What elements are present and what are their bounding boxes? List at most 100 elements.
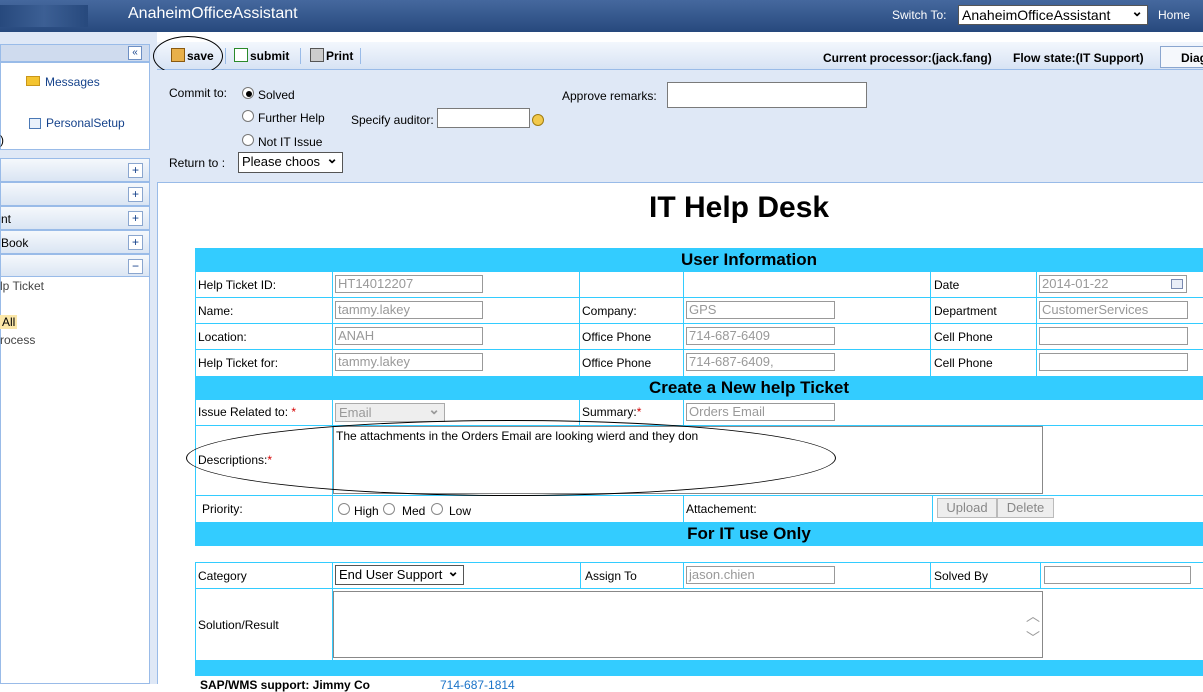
grid-line bbox=[332, 272, 333, 376]
expand-icon[interactable]: + bbox=[128, 211, 143, 226]
grid-line bbox=[930, 562, 931, 588]
assign-to-field[interactable]: jason.chien bbox=[686, 566, 835, 584]
approve-remarks-input[interactable] bbox=[667, 82, 867, 108]
list-item[interactable]: rocess bbox=[0, 333, 35, 347]
solution-label: Solution/Result bbox=[198, 618, 279, 632]
solved-by-field[interactable] bbox=[1044, 566, 1191, 584]
grid-line bbox=[195, 562, 1203, 563]
sidebar-section-5[interactable]: − bbox=[0, 254, 150, 278]
upload-button[interactable]: Upload bbox=[937, 498, 997, 518]
grid-line bbox=[195, 323, 1203, 324]
issue-related-select[interactable]: Email bbox=[335, 401, 445, 422]
grid-line bbox=[579, 272, 580, 376]
expand-icon[interactable]: + bbox=[128, 235, 143, 250]
collapse-icon[interactable]: − bbox=[128, 259, 143, 274]
switch-to-value: AnaheimOfficeAssistant bbox=[962, 7, 1111, 23]
help-ticket-id-label: Help Ticket ID: bbox=[198, 278, 277, 292]
grid-line bbox=[1040, 562, 1041, 588]
sidebar-section-3[interactable]: nt + bbox=[0, 206, 150, 230]
priority-high-radio[interactable] bbox=[338, 503, 350, 515]
date-field[interactable]: 2014-01-22 bbox=[1039, 275, 1187, 293]
radio-solved[interactable] bbox=[242, 87, 254, 99]
help-ticket-for-field[interactable]: tammy.lakey bbox=[335, 353, 483, 371]
company-label: Company: bbox=[582, 304, 637, 318]
department-field[interactable]: CustomerServices bbox=[1039, 301, 1188, 319]
section-title: Create a New help Ticket bbox=[649, 378, 849, 397]
annotation-oval bbox=[186, 420, 836, 496]
grid-line bbox=[195, 495, 1203, 496]
submit-button[interactable]: submit bbox=[234, 48, 289, 63]
footer-band bbox=[195, 660, 1203, 676]
name-field[interactable]: tammy.lakey bbox=[335, 301, 483, 319]
diagram-label: Diag bbox=[1181, 51, 1203, 65]
cell-phone-field[interactable] bbox=[1039, 327, 1188, 345]
divider bbox=[225, 48, 226, 64]
return-to-value: Please choos bbox=[242, 154, 321, 169]
solution-textarea[interactable] bbox=[333, 591, 1043, 658]
cell-phone-label: Cell Phone bbox=[934, 330, 993, 344]
diagram-button[interactable]: Diag bbox=[1160, 46, 1203, 68]
sidebar-section-2[interactable]: + bbox=[0, 182, 150, 206]
grid-line bbox=[683, 495, 684, 522]
print-button[interactable]: Print bbox=[310, 48, 353, 63]
return-to-select[interactable]: Please choos bbox=[238, 150, 343, 173]
summary-label: Summary:* bbox=[582, 405, 641, 419]
grid-line bbox=[683, 272, 684, 376]
radio-not-it-issue[interactable] bbox=[242, 134, 254, 146]
collapse-panel-button[interactable]: « bbox=[128, 46, 142, 60]
specify-auditor-label: Specify auditor: bbox=[351, 113, 434, 127]
list-item[interactable]: All bbox=[0, 315, 18, 329]
grid-line bbox=[683, 562, 684, 588]
summary-field[interactable]: Orders Email bbox=[686, 403, 835, 421]
footer-support-text: SAP/WMS support: Jimmy Co bbox=[200, 678, 371, 692]
divider bbox=[360, 48, 361, 64]
company-field[interactable]: GPS bbox=[686, 301, 835, 319]
issue-related-text: Issue Related to: bbox=[198, 405, 289, 419]
priority-low-radio[interactable] bbox=[431, 503, 443, 515]
department-label: Department bbox=[934, 304, 997, 318]
category-value: End User Support bbox=[339, 567, 443, 582]
app-title: AnaheimOfficeAssistant bbox=[128, 5, 298, 22]
page-title: IT Help Desk bbox=[649, 191, 830, 224]
list-item[interactable]: lp Ticket bbox=[0, 279, 44, 293]
calendar-icon[interactable] bbox=[1171, 279, 1183, 289]
scroll-up-icon[interactable]: ︿ bbox=[1026, 606, 1040, 626]
scroll-down-icon[interactable]: ﹀ bbox=[1026, 628, 1040, 648]
office-phone-label: Office Phone bbox=[582, 330, 652, 344]
priority-med-radio[interactable] bbox=[383, 503, 395, 515]
office-phone-2-field[interactable]: 714-687-6409, bbox=[686, 353, 835, 371]
sidebar-section-1[interactable]: + bbox=[0, 158, 150, 182]
clipped-text: ) bbox=[0, 133, 4, 147]
footer-phone[interactable]: 714-687-1814 bbox=[440, 678, 515, 692]
sidebar-section-4[interactable]: Book + bbox=[0, 230, 150, 254]
divider bbox=[300, 48, 301, 64]
sidebar-item-personal-setup[interactable]: PersonalSetup bbox=[46, 116, 125, 130]
radio-further-help[interactable] bbox=[242, 110, 254, 122]
select-user-icon[interactable] bbox=[532, 114, 544, 126]
further-help-label: Further Help bbox=[258, 111, 325, 125]
category-select[interactable]: End User Support bbox=[335, 563, 464, 585]
sidebar-item-messages[interactable]: Messages bbox=[45, 75, 100, 89]
summary-text: Summary: bbox=[582, 405, 637, 419]
expand-icon[interactable]: + bbox=[128, 187, 143, 202]
submit-label: submit bbox=[250, 49, 290, 63]
location-field[interactable]: ANAH bbox=[335, 327, 483, 345]
grid-line bbox=[195, 272, 196, 376]
home-link[interactable]: Home bbox=[1158, 8, 1190, 22]
grid-line bbox=[683, 400, 684, 425]
expand-icon[interactable]: + bbox=[128, 163, 143, 178]
office-phone-field[interactable]: 714-687-6409 bbox=[686, 327, 835, 345]
auditor-input[interactable] bbox=[437, 108, 530, 128]
grid-line bbox=[1036, 272, 1037, 376]
current-processor: Current processor:(jack.fang) bbox=[823, 51, 992, 65]
cell-phone-2-field[interactable] bbox=[1039, 353, 1188, 371]
grid-line bbox=[932, 495, 933, 522]
not-it-issue-label: Not IT Issue bbox=[258, 135, 323, 149]
switch-to-select[interactable]: AnaheimOfficeAssistant bbox=[958, 3, 1148, 25]
issue-related-value: Email bbox=[339, 405, 372, 420]
return-to-label: Return to : bbox=[169, 156, 226, 170]
delete-button[interactable]: Delete bbox=[997, 498, 1054, 518]
help-ticket-id-field[interactable]: HT14012207 bbox=[335, 275, 483, 293]
grid-line bbox=[930, 272, 931, 376]
solved-label: Solved bbox=[258, 88, 295, 102]
